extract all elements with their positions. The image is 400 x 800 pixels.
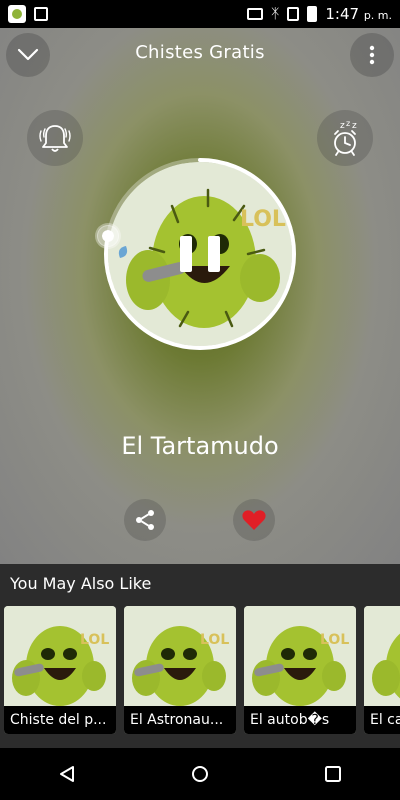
card-label: El ca	[364, 706, 400, 734]
svg-text:z: z	[340, 121, 345, 131]
pause-button[interactable]	[178, 232, 222, 276]
app-notification-icon	[8, 5, 26, 23]
svg-text:LOL: LOL	[320, 632, 349, 648]
suggestion-card[interactable]: LOL El autob�s	[244, 606, 356, 734]
svg-text:z: z	[346, 119, 350, 128]
chevron-down-icon	[17, 48, 39, 61]
bluetooth-icon: ᛡ	[270, 6, 280, 22]
player-topbar: Chistes Gratis	[0, 28, 400, 84]
share-icon	[136, 510, 154, 530]
alarm-clock-icon: z z z	[334, 119, 357, 156]
card-label: Chiste del p...	[4, 706, 116, 734]
pause-bar-right	[208, 236, 220, 272]
battery-icon	[307, 6, 318, 22]
card-thumbnail	[364, 606, 400, 706]
favorite-button[interactable]	[233, 499, 275, 541]
home-circle-icon	[191, 766, 208, 782]
pause-bar-left	[180, 236, 192, 272]
suggestion-card[interactable]: El ca	[364, 606, 400, 734]
sleep-timer-button[interactable]: z z z	[317, 110, 373, 166]
notifications-button[interactable]	[27, 110, 83, 166]
card-label: El autob�s	[244, 706, 356, 734]
more-options-button[interactable]	[350, 33, 394, 77]
svg-text:LOL: LOL	[200, 632, 229, 648]
svg-text:z: z	[352, 121, 357, 131]
back-button[interactable]	[47, 754, 87, 794]
system-navigation-bar	[0, 748, 400, 800]
cast-icon	[246, 8, 263, 20]
seek-knob[interactable]	[96, 225, 119, 248]
track-title: El Tartamudo	[121, 432, 279, 460]
clock-ampm: p. m.	[363, 9, 392, 22]
clipboard-icon	[34, 7, 48, 21]
bell-icon	[39, 125, 71, 152]
section-title: You May Also Like	[10, 574, 152, 593]
suggestions-list: LOL Chiste del p... LOL El Astronau... L…	[4, 606, 400, 736]
recents-square-icon	[325, 766, 342, 782]
page-title: Chistes Gratis	[135, 42, 265, 63]
signal-icon	[287, 7, 300, 21]
clock-time: 1:47	[325, 5, 360, 23]
status-bar: ᛡ 1:47 p. m.	[0, 0, 400, 28]
svg-text:LOL: LOL	[80, 632, 109, 648]
share-button[interactable]	[124, 499, 166, 541]
artwork-progress: LOL	[96, 156, 298, 352]
suggestion-card[interactable]: LOL Chiste del p...	[4, 606, 116, 734]
card-label: El Astronau...	[124, 706, 236, 734]
more-vert-icon	[369, 45, 375, 65]
suggestion-card[interactable]: LOL El Astronau...	[124, 606, 236, 734]
card-thumbnail: LOL	[124, 606, 236, 706]
recents-button[interactable]	[313, 754, 353, 794]
suggestions-section: You May Also Like LOL Chiste del p... LO…	[0, 564, 400, 748]
card-thumbnail: LOL	[244, 606, 356, 706]
clock: 1:47 p. m.	[325, 5, 392, 23]
card-thumbnail: LOL	[4, 606, 116, 706]
home-button[interactable]	[180, 754, 220, 794]
collapse-button[interactable]	[6, 33, 50, 77]
back-triangle-icon	[59, 766, 74, 782]
heart-icon	[242, 510, 266, 530]
player-screen: Chistes Gratis z z z LOL El Tartamudo	[0, 28, 400, 564]
